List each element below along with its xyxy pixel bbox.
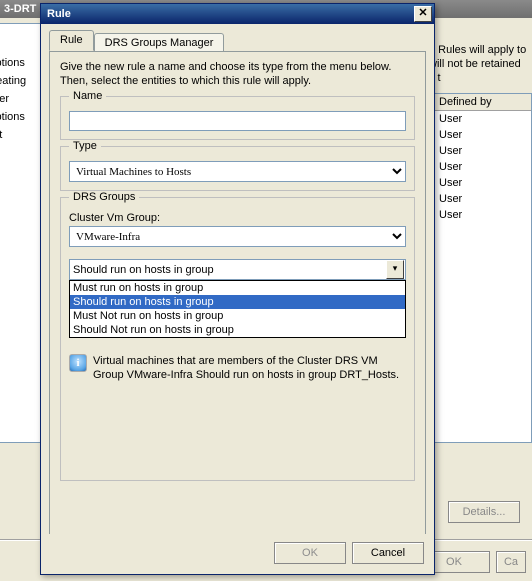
drs-legend: DRS Groups	[69, 191, 139, 203]
relation-select-wrap: Should run on hosts in group ▾ Must run …	[69, 259, 406, 280]
relation-option[interactable]: Must run on hosts in group	[70, 281, 405, 295]
dialog-buttons: OK Cancel	[41, 534, 434, 574]
tab-drs-groups-manager[interactable]: DRS Groups Manager	[94, 33, 225, 52]
name-groupbox: Name	[60, 96, 415, 140]
dialog-titlebar[interactable]: Rule ✕	[41, 4, 434, 24]
bg-defined-by-row[interactable]: User	[433, 143, 531, 159]
bg-hint-text: r. Rules will apply to will not be retai…	[429, 43, 529, 85]
name-legend: Name	[69, 90, 106, 102]
close-icon[interactable]: ✕	[414, 6, 432, 22]
relation-dropdown: Must run on hosts in group Should run on…	[69, 280, 406, 338]
bg-defined-by-row[interactable]: User	[433, 175, 531, 191]
info-icon: i	[69, 354, 87, 372]
tab-panel-rule: Give the new rule a name and choose its …	[49, 51, 426, 534]
bg-defined-by-row[interactable]: User	[433, 159, 531, 175]
drs-groups-groupbox: DRS Groups Cluster Vm Group: VMware-Infr…	[60, 197, 415, 481]
bg-defined-by-row[interactable]: User	[433, 111, 531, 127]
intro-text: Give the new rule a name and choose its …	[60, 60, 415, 88]
info-text: Virtual machines that are members of the…	[93, 354, 406, 382]
type-legend: Type	[69, 140, 101, 152]
bg-details-button[interactable]: Details...	[448, 501, 520, 523]
relation-select-value: Should run on hosts in group	[73, 264, 214, 276]
bg-cancel-button[interactable]: Ca	[496, 551, 526, 573]
info-block: i Virtual machines that are members of t…	[69, 354, 406, 382]
bg-hint-line: will not be retained if t	[429, 57, 529, 85]
tab-rule[interactable]: Rule	[49, 30, 94, 51]
bg-defined-by-row[interactable]: User	[433, 127, 531, 143]
relation-option[interactable]: Must Not run on hosts in group	[70, 309, 405, 323]
rule-dialog: Rule ✕ Rule DRS Groups Manager Give the …	[40, 3, 435, 575]
dialog-title: Rule	[47, 4, 71, 24]
cluster-vm-group-select[interactable]: VMware-Infra	[69, 226, 406, 247]
ok-button[interactable]: OK	[274, 542, 346, 564]
bg-defined-by-panel: Defined by User User User User User User…	[432, 93, 532, 443]
cancel-button[interactable]: Cancel	[352, 542, 424, 564]
bg-defined-by-row[interactable]: User	[433, 207, 531, 223]
dialog-client-area: Rule DRS Groups Manager Give the new rul…	[41, 24, 434, 534]
type-groupbox: Type Virtual Machines to Hosts	[60, 146, 415, 191]
cluster-vm-group-label: Cluster Vm Group:	[69, 212, 406, 224]
bg-defined-by-header[interactable]: Defined by	[433, 94, 531, 111]
relation-option[interactable]: Should Not run on hosts in group	[70, 323, 405, 337]
type-select[interactable]: Virtual Machines to Hosts	[69, 161, 406, 182]
relation-option[interactable]: Should run on hosts in group	[70, 295, 405, 309]
chevron-down-icon[interactable]: ▾	[386, 260, 404, 279]
dialog-tabs: Rule DRS Groups Manager	[49, 30, 426, 51]
relation-select[interactable]: Should run on hosts in group ▾	[69, 259, 406, 280]
bg-defined-by-row[interactable]: User	[433, 191, 531, 207]
bg-hint-line: r. Rules will apply to	[429, 43, 529, 57]
rule-name-input[interactable]	[69, 111, 406, 131]
